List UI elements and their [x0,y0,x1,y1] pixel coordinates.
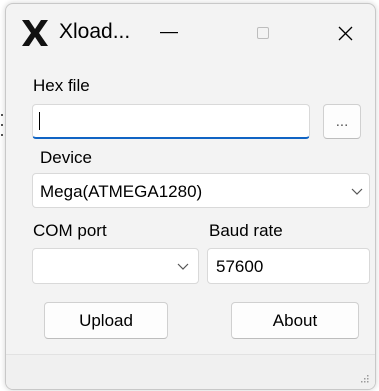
browse-button[interactable]: ... [323,104,361,139]
resize-grip-icon[interactable] [361,375,369,383]
upload-button[interactable]: Upload [44,302,168,339]
maximize-button[interactable] [233,4,293,62]
device-select[interactable]: Mega(ATMEGA1280) [32,173,370,208]
about-button[interactable]: About [231,302,359,339]
maximize-icon [257,27,269,39]
text-caret [39,112,40,130]
page: Xload... Hex file ... Device Mega(ATMEGA… [0,0,379,391]
baud-rate-label: Baud rate [209,221,283,240]
baud-rate-input[interactable]: 57600 [207,248,370,284]
chevron-down-icon [177,263,189,270]
hex-file-input[interactable] [32,104,310,139]
close-button[interactable] [315,4,375,62]
x-logo-icon [22,20,48,46]
title-bar[interactable]: Xload... [6,4,375,62]
minimize-icon [160,32,178,34]
hex-file-label: Hex file [33,76,90,95]
com-port-label: COM port [33,221,107,240]
device-selected-value: Mega(ATMEGA1280) [40,182,203,201]
upload-button-label: Upload [79,310,133,330]
com-port-select[interactable] [32,248,199,284]
browse-button-label: ... [335,113,349,130]
edge-marks [1,114,3,136]
close-icon [338,26,352,40]
device-label: Device [40,148,92,167]
xload-window: Xload... Hex file ... Device Mega(ATMEGA… [5,3,376,390]
chevron-down-icon [351,188,363,195]
baud-rate-value: 57600 [216,257,264,276]
status-bar [6,354,375,389]
minimize-button[interactable] [139,4,199,62]
window-title: Xload... [59,20,131,43]
about-button-label: About [272,310,318,330]
